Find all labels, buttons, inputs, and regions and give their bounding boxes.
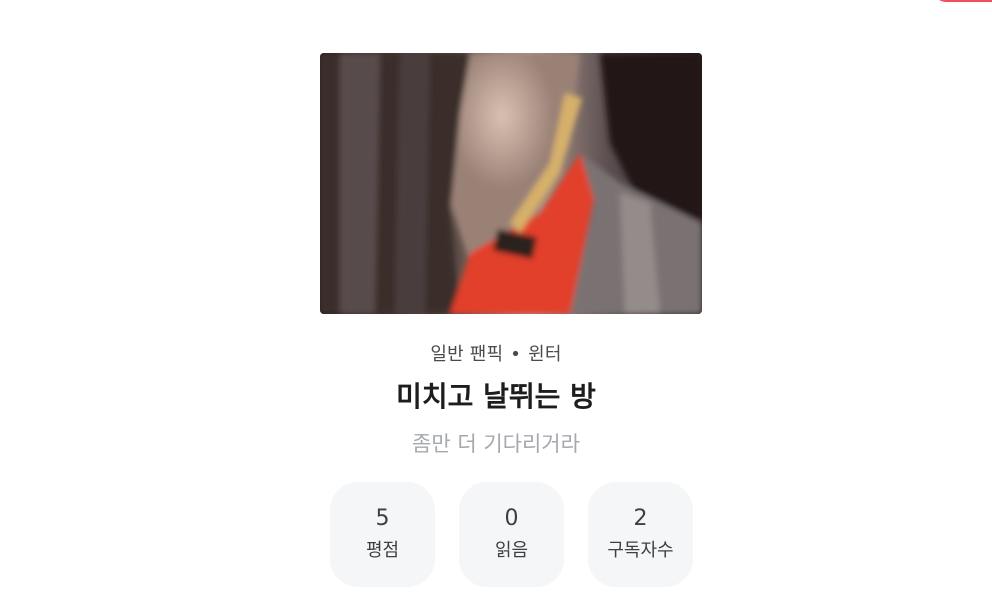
stats-row: 5 평점 0 읽음 2 구독자수 — [330, 482, 693, 587]
work-detail-page: 일반 팬픽 • 윈터 미치고 날뛰는 방 좀만 더 기다리거라 5 평점 0 읽음 … — [0, 0, 992, 602]
work-subtitle: 좀만 더 기다리거라 — [412, 432, 580, 456]
meta-separator: • — [510, 344, 522, 365]
stat-rating-label: 평점 — [365, 540, 400, 561]
cover-image — [320, 53, 702, 314]
stat-subscribers-label: 구독자수 — [607, 540, 674, 561]
stat-subscribers: 2 구독자수 — [588, 482, 693, 587]
work-title: 미치고 날뛰는 방 — [396, 380, 596, 413]
work-genre[interactable]: 윈터 — [528, 344, 562, 365]
stat-reads-value: 0 — [504, 506, 519, 531]
cover-photo — [320, 53, 702, 314]
stat-rating: 5 평점 — [330, 482, 435, 587]
stat-reads: 0 읽음 — [459, 482, 564, 587]
stat-reads-label: 읽음 — [494, 540, 529, 561]
work-meta: 일반 팬픽 • 윈터 — [0, 340, 992, 366]
stat-rating-value: 5 — [375, 506, 390, 531]
stat-subscribers-value: 2 — [633, 506, 648, 531]
work-category[interactable]: 일반 팬픽 — [430, 344, 503, 365]
corner-badge[interactable] — [934, 0, 992, 2]
